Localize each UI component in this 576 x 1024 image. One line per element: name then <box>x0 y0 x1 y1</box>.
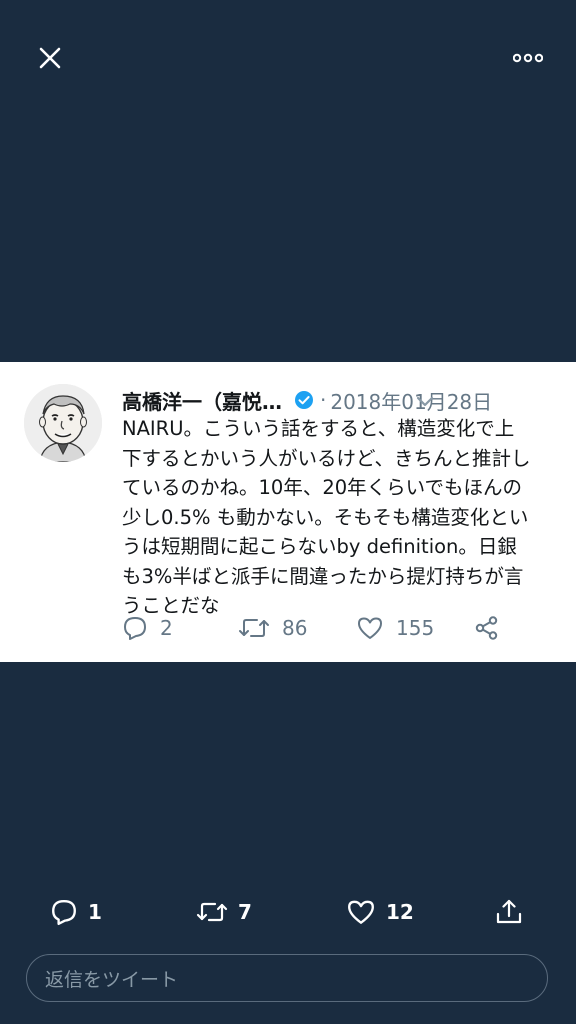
close-icon <box>39 47 61 69</box>
retweet-count: 86 <box>282 616 308 640</box>
tweet-card: 高橋洋一（嘉悦… · 2018年01月28日 NAIRU。こういう話をすると、構… <box>0 362 576 662</box>
close-button[interactable] <box>30 38 70 78</box>
footer-actions: 1 7 12 <box>0 890 576 934</box>
footer-reply-count: 1 <box>88 900 102 924</box>
reply-input[interactable]: 返信をツイート <box>26 954 548 1002</box>
author-name[interactable]: 高橋洋一（嘉悦… <box>122 386 282 415</box>
like-count: 155 <box>396 616 435 640</box>
avatar[interactable] <box>24 384 102 462</box>
reply-button[interactable]: 2 <box>122 608 173 648</box>
share-icon <box>475 616 498 640</box>
like-icon <box>358 617 382 639</box>
tweet-actions: 2 86 155 <box>122 608 562 648</box>
more-options-button[interactable] <box>508 40 548 76</box>
footer-retweet-button[interactable]: 7 <box>196 890 252 934</box>
reply-count: 2 <box>160 616 173 640</box>
reply-icon <box>124 617 146 640</box>
reply-icon <box>52 900 76 926</box>
separator: · <box>320 388 327 412</box>
tweet-menu-button[interactable] <box>414 390 436 412</box>
retweet-button[interactable]: 86 <box>238 608 307 648</box>
like-button[interactable]: 155 <box>356 608 434 648</box>
top-bar <box>0 0 576 110</box>
verified-icon <box>294 390 314 410</box>
like-icon <box>348 900 374 924</box>
footer-reply-button[interactable]: 1 <box>50 890 102 934</box>
tweet-header: 高橋洋一（嘉悦… · 2018年01月28日 <box>122 384 562 416</box>
footer-retweet-count: 7 <box>238 900 252 924</box>
upload-share-icon <box>496 899 522 924</box>
footer-like-button[interactable]: 12 <box>346 890 414 934</box>
reply-input-placeholder: 返信をツイート <box>45 968 179 991</box>
avatar-illustration <box>24 384 102 462</box>
footer-like-count: 12 <box>386 900 414 924</box>
footer-share-button[interactable] <box>494 890 534 934</box>
more-icon <box>513 53 543 63</box>
retweet-icon <box>196 902 228 922</box>
chevron-down-icon <box>416 396 434 407</box>
share-button[interactable] <box>474 608 512 648</box>
retweet-icon <box>239 619 269 637</box>
tweet-date[interactable]: 2018年01月28日 <box>330 386 492 415</box>
tweet-text: NAIRU。こういう話をすると、構造変化で上 下するとかいう人がいるけど、きちん… <box>122 417 531 617</box>
